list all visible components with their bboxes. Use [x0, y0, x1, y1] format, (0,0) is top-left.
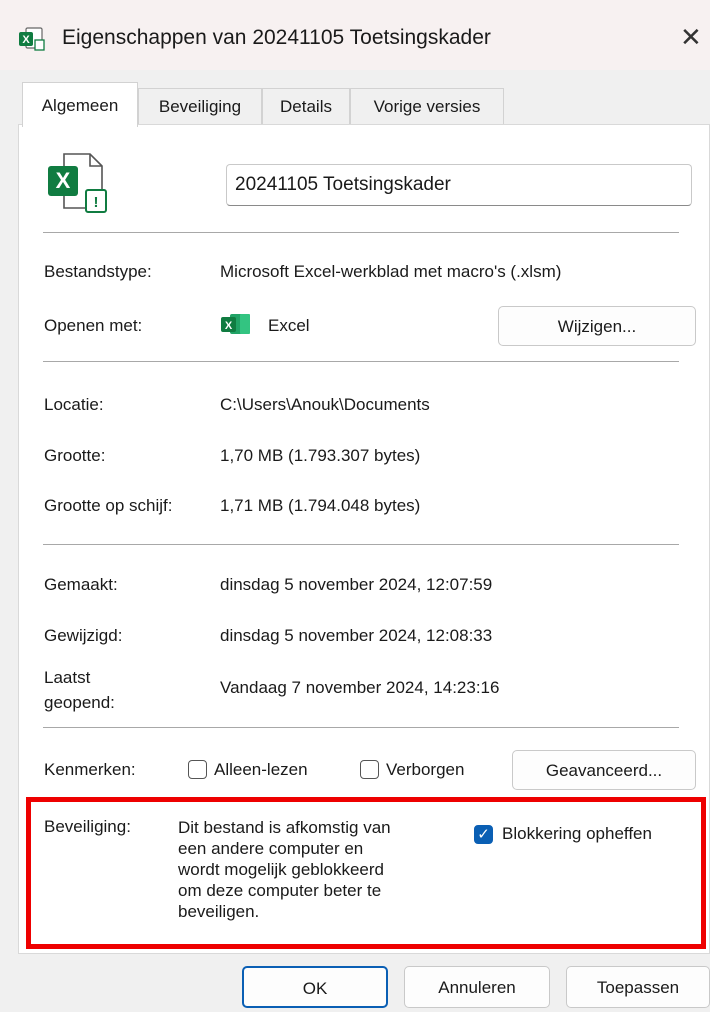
divider [43, 361, 679, 362]
tab-vorige-versies[interactable]: Vorige versies [350, 88, 504, 125]
security-message-line: beveiligen. [178, 902, 260, 921]
last-opened-label-line2: geopend: [44, 693, 115, 712]
last-opened-value: Vandaag 7 november 2024, 14:23:16 [220, 678, 500, 697]
svg-text:X: X [225, 320, 233, 332]
advanced-button-label: Geavanceerd... [545, 761, 663, 780]
location-label: Locatie: [44, 395, 104, 414]
security-message-line: wordt mogelijk geblokkeerd [178, 860, 384, 879]
security-message: Dit bestand is afkomstig van een andere … [178, 817, 458, 922]
readonly-label: Alleen-lezen [214, 760, 308, 779]
ok-button[interactable]: OK [242, 966, 388, 1008]
tab-label: Beveiliging [158, 97, 242, 116]
ok-button-label: OK [302, 979, 328, 998]
close-icon[interactable]: ✕ [680, 22, 710, 52]
tab-details[interactable]: Details [262, 88, 350, 125]
apply-button[interactable]: Toepassen [566, 966, 710, 1008]
cancel-button[interactable]: Annuleren [404, 966, 550, 1008]
attributes-label: Kenmerken: [44, 760, 136, 779]
divider [43, 544, 679, 545]
svg-text:X: X [22, 34, 30, 46]
unblock-label: Blokkering opheffen [502, 824, 652, 843]
file-type-value: Microsoft Excel-werkblad met macro's (.x… [220, 262, 562, 281]
hidden-checkbox[interactable] [360, 760, 379, 779]
svg-text:!: ! [94, 194, 99, 211]
tab-label: Vorige versies [373, 97, 481, 116]
change-button[interactable]: Wijzigen... [498, 306, 696, 346]
disk-size-label: Grootte op schijf: [44, 496, 173, 515]
security-label: Beveiliging: [44, 817, 131, 836]
divider [43, 727, 679, 728]
file-type-label: Bestandstype: [44, 262, 152, 281]
svg-text:X: X [56, 168, 71, 193]
created-value: dinsdag 5 november 2024, 12:07:59 [220, 575, 493, 594]
unblock-checkbox[interactable]: ✓ [474, 825, 493, 844]
created-label: Gemaakt: [44, 575, 118, 594]
open-with-label: Openen met: [44, 316, 143, 335]
location-value: C:\Users\Anouk\Documents [220, 395, 430, 414]
excel-file-icon: X [18, 26, 46, 52]
security-message-line: om deze computer beter te [178, 881, 382, 900]
title-bar: X Eigenschappen van 20241105 Toetsingska… [0, 0, 710, 70]
advanced-button[interactable]: Geavanceerd... [512, 750, 696, 790]
tab-beveiliging[interactable]: Beveiliging [138, 88, 262, 125]
size-label: Grootte: [44, 446, 106, 465]
file-name-input[interactable]: 20241105 Toetsingskader [226, 164, 692, 206]
properties-dialog: X Eigenschappen van 20241105 Toetsingska… [0, 0, 710, 1012]
hidden-label: Verborgen [386, 760, 465, 779]
open-with-app: Excel [268, 316, 310, 335]
excel-app-icon: X [220, 312, 252, 336]
tab-label: Algemeen [41, 96, 119, 115]
size-value: 1,70 MB (1.793.307 bytes) [220, 446, 421, 465]
tab-algemeen[interactable]: Algemeen [22, 82, 138, 127]
modified-value: dinsdag 5 november 2024, 12:08:33 [220, 626, 493, 645]
window-title: Eigenschappen van 20241105 Toetsingskade… [62, 26, 491, 49]
security-message-line: een andere computer en [178, 839, 364, 858]
modified-label: Gewijzigd: [44, 626, 123, 645]
cancel-button-label: Annuleren [438, 978, 516, 997]
tab-label: Details [280, 97, 332, 116]
excel-macro-file-icon: X ! [44, 150, 114, 216]
readonly-checkbox[interactable] [188, 760, 207, 779]
security-message-line: Dit bestand is afkomstig van [178, 818, 391, 837]
last-opened-label-line1: Laatst [44, 668, 91, 687]
disk-size-value: 1,71 MB (1.794.048 bytes) [220, 496, 421, 515]
divider [43, 232, 679, 233]
apply-button-label: Toepassen [596, 978, 680, 997]
change-button-label: Wijzigen... [557, 317, 637, 336]
